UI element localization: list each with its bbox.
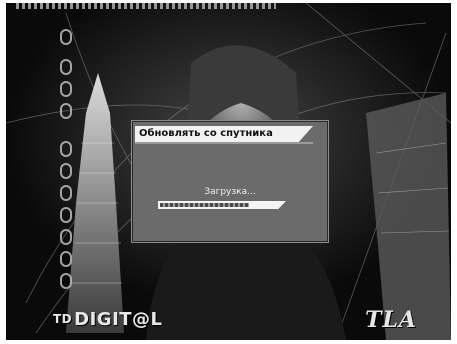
channel-logo-tla: TLA (365, 307, 417, 333)
tv-screen: TD DIGIT@L TLA Обновлять со спутника Загр… (6, 3, 451, 340)
download-progress-fill (160, 203, 249, 207)
dialog-title-shade (135, 142, 313, 144)
download-progress-bar (158, 201, 286, 209)
vertical-text-glyphs-icon (58, 29, 76, 321)
channel-logo-text: DIGIT@L (74, 309, 163, 330)
channel-logo-prefix: TD (53, 312, 73, 326)
loading-status-text: Загрузка... (204, 187, 256, 197)
dialog-title: Обновлять со спутника (135, 126, 313, 142)
update-dialog: Обновлять со спутника Загрузка... (131, 120, 329, 243)
top-noise-line (16, 3, 276, 9)
channel-logo-digital: TD DIGIT@L (53, 309, 163, 330)
